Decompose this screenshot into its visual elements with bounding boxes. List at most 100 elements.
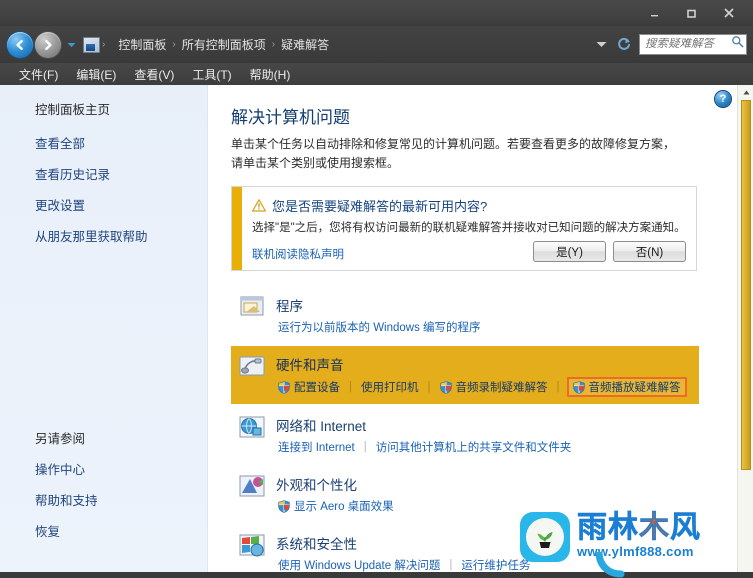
- category-text: 程序运行为以前版本的 Windows 编写的程序: [276, 294, 693, 336]
- breadcrumb-item-2[interactable]: 疑难解答: [277, 34, 333, 55]
- banner-title-row: 您是否需要疑难解答的最新可用内容?: [252, 196, 686, 215]
- online-troubleshooting-banner: 您是否需要疑难解答的最新可用内容? 选择"是"之后，您将有权访问最新的联机疑难解…: [231, 186, 697, 272]
- menu-item-edit[interactable]: 编辑(E): [67, 64, 125, 85]
- maximize-button[interactable]: [673, 2, 710, 24]
- banner-title-text: 您是否需要疑难解答的最新可用内容?: [272, 199, 488, 215]
- address-bar-right-tools: [593, 31, 747, 57]
- category-task-links: 配置设备 | 使用打印机 | 音频录制疑难解答 | 音频播放疑难解答: [276, 377, 693, 398]
- breadcrumb-separator: ›: [102, 39, 106, 50]
- task-link-4-0[interactable]: 使用 Windows Update 解决问题: [276, 556, 442, 572]
- banner-body: 您是否需要疑难解答的最新可用内容? 选择"是"之后，您将有权访问最新的联机疑难解…: [242, 187, 696, 270]
- task-link-label: 配置设备: [294, 382, 340, 395]
- sidebar-item-get-help-from-friend[interactable]: 从朋友那里获取帮助: [35, 226, 148, 245]
- troubleshooting-category-list: 程序运行为以前版本的 Windows 编写的程序硬件和声音配置设备 | 使用打印机 |…: [231, 287, 725, 572]
- recent-pages-dropdown-icon[interactable]: [64, 35, 78, 55]
- refresh-icon[interactable]: [614, 34, 634, 54]
- task-separator: |: [363, 441, 367, 454]
- banner-accent-stripe: [232, 187, 242, 271]
- close-button[interactable]: [710, 2, 747, 24]
- category-row-4[interactable]: 系统和安全性使用 Windows Update 解决问题 | 运行维护任务: [231, 525, 699, 572]
- category-name[interactable]: 硬件和声音: [276, 354, 693, 374]
- task-link-label: 使用 Windows Update 解决问题: [278, 560, 441, 572]
- menu-item-file[interactable]: 文件(F): [10, 64, 67, 85]
- task-separator: |: [449, 559, 453, 572]
- banner-action-row: 联机阅读隐私声明 是(Y) 否(N): [252, 241, 686, 263]
- task-link-2-0[interactable]: 连接到 Internet: [276, 438, 357, 456]
- system-security-icon: [237, 532, 267, 560]
- category-row-0[interactable]: 程序运行为以前版本的 Windows 编写的程序: [231, 287, 699, 343]
- task-link-label: 连接到 Internet: [278, 442, 355, 455]
- sidebar-item-recovery[interactable]: 恢复: [35, 521, 98, 540]
- category-task-links: 连接到 Internet | 访问其他计算机上的共享文件和文件夹: [276, 438, 693, 456]
- main-panel: ? 解决计算机问题 单击某个任务以自动排除和修复常见的计算机问题。若要查看更多的…: [208, 85, 753, 572]
- breadcrumb-item-0[interactable]: 控制面板: [114, 34, 170, 55]
- category-row-1[interactable]: 硬件和声音 配置设备 | 使用打印机 | 音频录制疑难解答 | 音频播放疑难解答: [231, 346, 699, 405]
- task-link-1-0[interactable]: 配置设备: [276, 378, 342, 396]
- search-icon[interactable]: [731, 35, 744, 53]
- back-button[interactable]: [7, 31, 33, 58]
- task-link-label: 音频录制疑难解答: [455, 382, 548, 395]
- category-row-3[interactable]: 外观和个性化 显示 Aero 桌面效果: [231, 466, 699, 522]
- category-text: 硬件和声音 配置设备 | 使用打印机 | 音频录制疑难解答 | 音频播放疑难解答: [276, 353, 693, 398]
- chevron-down-icon[interactable]: [593, 34, 609, 54]
- breadcrumb: 控制面板 › 所有控制面板项 › 疑难解答: [114, 34, 333, 55]
- shield-icon: [572, 381, 585, 394]
- search-box[interactable]: [639, 33, 747, 55]
- category-row-2[interactable]: 网络和 Internet 连接到 Internet | 访问其他计算机上的共享文件和文…: [231, 407, 699, 463]
- no-button[interactable]: 否(N): [613, 241, 686, 263]
- task-separator: |: [427, 381, 431, 394]
- menu-item-help[interactable]: 帮助(H): [241, 64, 300, 85]
- category-name[interactable]: 外观和个性化: [276, 474, 693, 494]
- shield-icon: [278, 500, 290, 513]
- task-link-label: 运行为以前版本的 Windows 编写的程序: [278, 322, 481, 335]
- banner-description: 选择"是"之后，您将有权访问最新的联机疑难解答并接收对已知问题的解决方案通知。: [252, 222, 686, 235]
- sidebar-item-help-and-support[interactable]: 帮助和支持: [35, 490, 98, 509]
- banner-buttons: 是(Y) 否(N): [533, 241, 686, 263]
- category-task-links: 使用 Windows Update 解决问题 | 运行维护任务: [276, 556, 693, 572]
- task-link-1-3[interactable]: 音频播放疑难解答: [566, 377, 687, 398]
- forward-button[interactable]: [35, 31, 61, 58]
- task-link-label: 运行维护任务: [461, 560, 531, 572]
- privacy-statement-link[interactable]: 联机阅读隐私声明: [252, 246, 344, 262]
- category-name[interactable]: 网络和 Internet: [276, 415, 693, 435]
- category-name[interactable]: 系统和安全性: [276, 533, 693, 553]
- task-link-label: 访问其他计算机上的共享文件和文件夹: [375, 442, 572, 455]
- category-text: 外观和个性化 显示 Aero 桌面效果: [276, 473, 693, 515]
- task-link-label: 音频播放疑难解答: [588, 382, 681, 395]
- search-input[interactable]: [645, 38, 731, 50]
- task-link-4-1[interactable]: 运行维护任务: [459, 556, 532, 572]
- category-text: 系统和安全性使用 Windows Update 解决问题 | 运行维护任务: [276, 532, 693, 572]
- sidebar-item-view-history[interactable]: 查看历史记录: [35, 164, 148, 183]
- task-link-0-0[interactable]: 运行为以前版本的 Windows 编写的程序: [276, 318, 483, 336]
- menu-item-tools[interactable]: 工具(T): [183, 64, 240, 85]
- sidebar-item-change-settings[interactable]: 更改设置: [35, 195, 148, 214]
- sidebar: 控制面板主页 查看全部 查看历史记录 更改设置 从朋友那里获取帮助 另请参阅 操…: [0, 85, 208, 572]
- task-separator: |: [349, 381, 352, 394]
- menu-bar: 文件(F) 编辑(E) 查看(V) 工具(T) 帮助(H): [0, 63, 753, 85]
- sidebar-item-view-all[interactable]: 查看全部: [35, 133, 148, 152]
- menu-item-view[interactable]: 查看(V): [125, 64, 183, 85]
- programs-icon: [237, 294, 267, 322]
- task-link-1-1[interactable]: 使用打印机: [359, 378, 421, 396]
- sidebar-item-control-panel-home[interactable]: 控制面板主页: [35, 99, 110, 118]
- category-task-links: 运行为以前版本的 Windows 编写的程序: [276, 318, 693, 336]
- category-name[interactable]: 程序: [276, 295, 693, 315]
- shield-icon: [278, 381, 290, 394]
- network-internet-icon: [237, 414, 267, 442]
- scrollbar-thumb[interactable]: [741, 100, 751, 470]
- task-link-2-1[interactable]: 访问其他计算机上的共享文件和文件夹: [374, 438, 574, 456]
- sidebar-item-action-center[interactable]: 操作中心: [35, 459, 98, 478]
- yes-button[interactable]: 是(Y): [533, 241, 606, 263]
- window-controls: [636, 0, 747, 26]
- help-icon[interactable]: ?: [715, 91, 731, 107]
- scroll-up-button[interactable]: [738, 85, 753, 99]
- breadcrumb-item-1[interactable]: 所有控制面板项: [178, 34, 270, 55]
- task-link-3-0[interactable]: 显示 Aero 桌面效果: [276, 497, 396, 515]
- control-panel-icon: [83, 36, 100, 53]
- task-link-1-2[interactable]: 音频录制疑难解答: [438, 378, 550, 396]
- appearance-icon: [237, 473, 267, 501]
- warning-icon: [252, 199, 266, 212]
- category-text: 网络和 Internet 连接到 Internet | 访问其他计算机上的共享文件和文…: [276, 414, 693, 456]
- minimize-button[interactable]: [636, 2, 673, 24]
- vertical-scrollbar[interactable]: [737, 85, 753, 572]
